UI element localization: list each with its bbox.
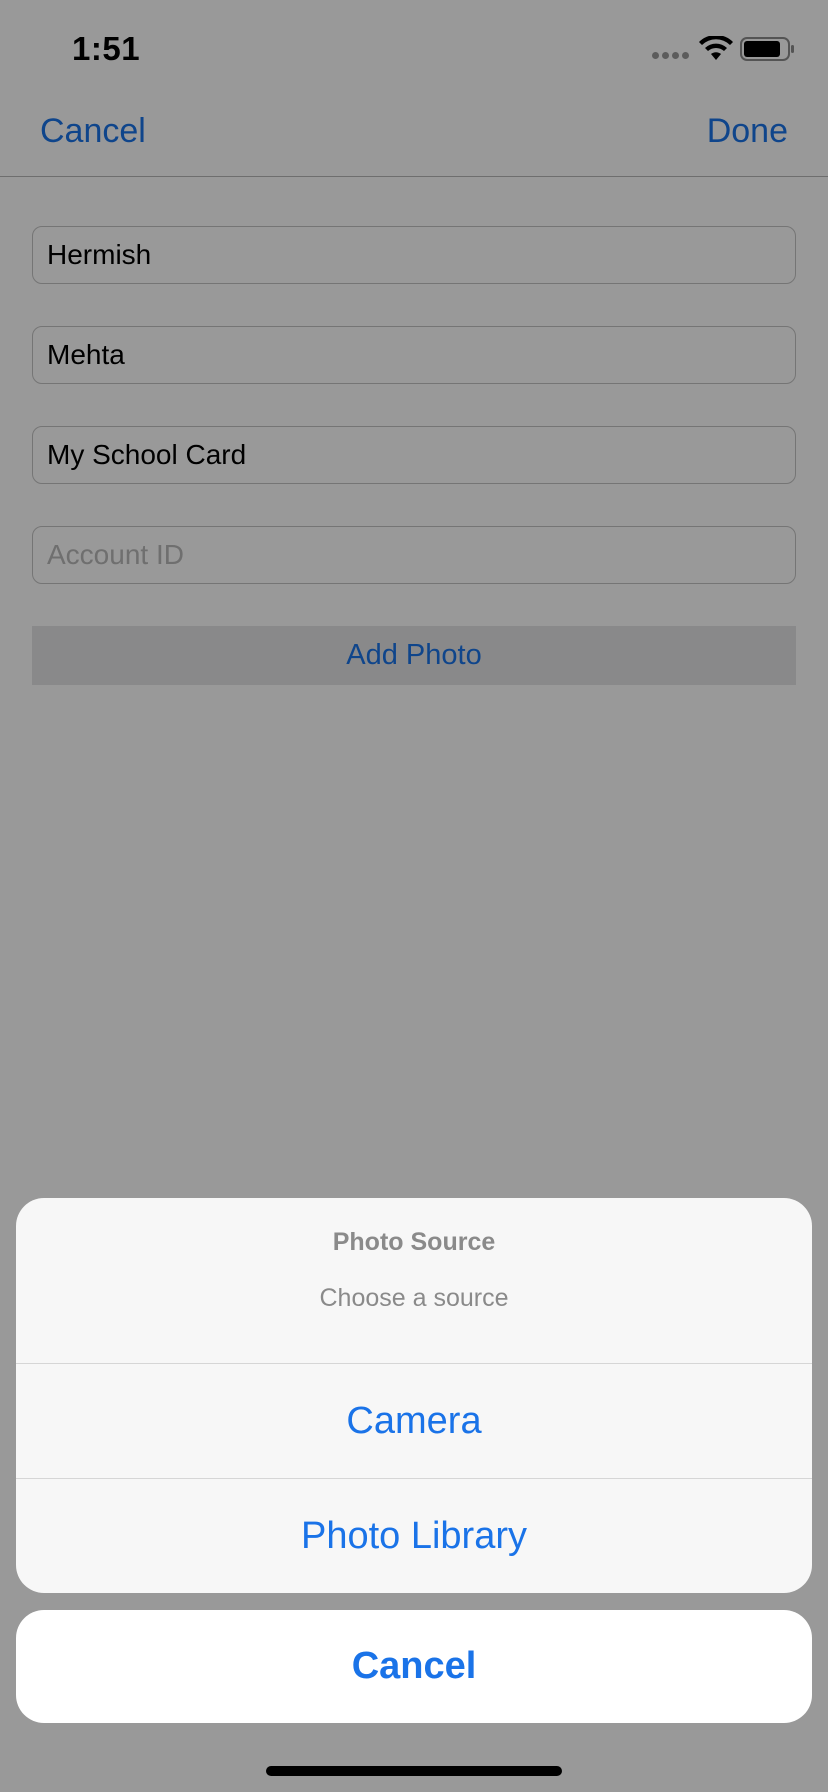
action-sheet-message: Choose a source bbox=[319, 1284, 509, 1312]
photo-library-button[interactable]: Photo Library bbox=[16, 1479, 812, 1593]
action-sheet-title: Photo Source bbox=[332, 1228, 496, 1256]
action-sheet: Photo Source Choose a source Camera Phot… bbox=[16, 1198, 812, 1593]
home-indicator[interactable] bbox=[266, 1766, 562, 1776]
camera-button[interactable]: Camera bbox=[16, 1364, 812, 1478]
action-sheet-cancel-button[interactable]: Cancel bbox=[16, 1610, 812, 1723]
